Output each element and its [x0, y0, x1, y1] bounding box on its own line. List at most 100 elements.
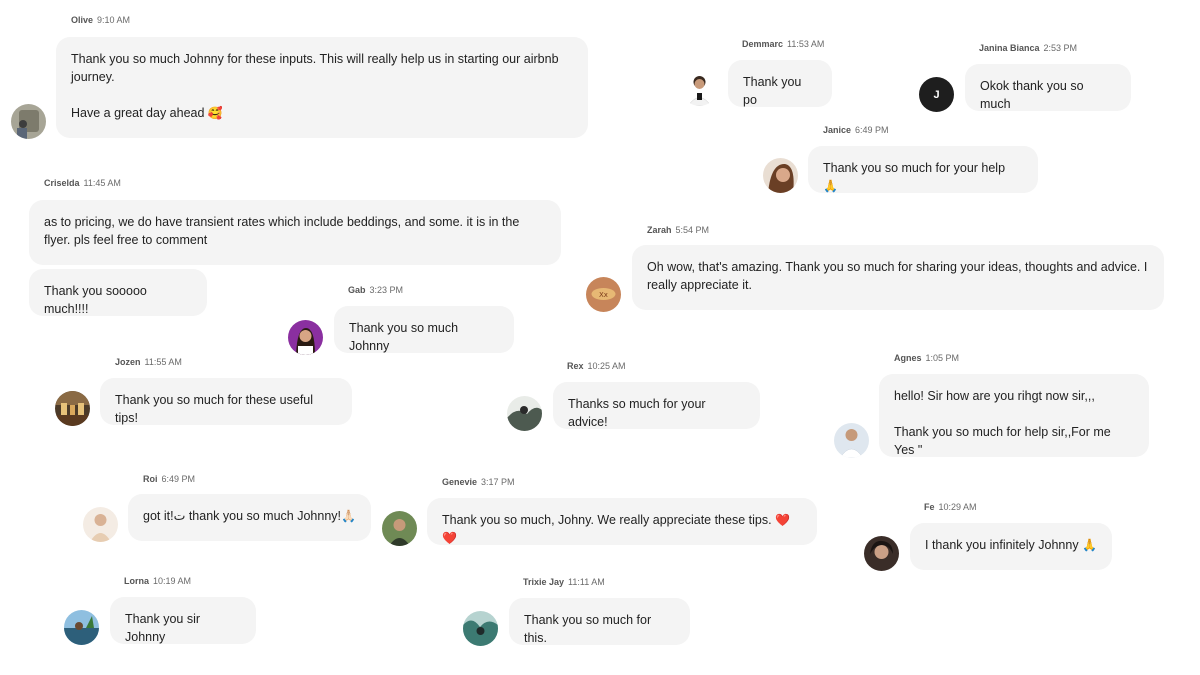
message-bubble: got it!ت thank you so much Johnny!🙏🏻: [128, 494, 371, 541]
timestamp: 6:49 PM: [161, 474, 196, 484]
message-bubble: Okok thank you so much: [965, 64, 1131, 111]
folded-hands-emoji: 🙏🏻: [341, 509, 356, 523]
avatar[interactable]: [11, 104, 46, 139]
sender-name: Agnes: [894, 353, 922, 363]
avatar[interactable]: [507, 396, 542, 431]
message-meta: Fe 10:29 AM: [924, 502, 977, 512]
message-text: as to pricing, we do have transient rate…: [44, 215, 523, 247]
folded-hands-emoji: 🙏: [823, 179, 838, 193]
message-meta: Janice 6:49 PM: [823, 125, 889, 135]
message-text-line: got it!ت thank you so much Johnny!: [143, 509, 342, 523]
svg-text:Xx: Xx: [599, 291, 608, 299]
message-meta: Zarah 5:54 PM: [647, 225, 709, 235]
message-meta: Gab 3:23 PM: [348, 285, 403, 295]
sender-name: Rex: [567, 361, 584, 371]
message-meta: Janina Bianca 2:53 PM: [979, 43, 1077, 53]
avatar[interactable]: [83, 507, 118, 542]
sender-name: Fe: [924, 502, 935, 512]
timestamp: 10:19 AM: [153, 576, 192, 586]
sender-name: Zarah: [647, 225, 672, 235]
message-bubble: Thank you so much for these useful tips!: [100, 378, 352, 425]
message-text: Thank you so much Johnny: [349, 321, 462, 353]
sender-name: Janice: [823, 125, 852, 135]
message-text: Okok thank you so much: [980, 79, 1088, 111]
message-meta: Olive 9:10 AM: [71, 15, 130, 25]
timestamp: 5:54 PM: [675, 225, 710, 235]
timestamp: 11:11 AM: [568, 577, 605, 587]
message-text-line: I thank you infinitely Johnny: [925, 538, 1079, 552]
message-meta: Roi 6:49 PM: [143, 474, 195, 484]
sender-name: Roi: [143, 474, 158, 484]
message-bubble: Thank you so much for your help 🙏: [808, 146, 1038, 193]
message-bubble: as to pricing, we do have transient rate…: [29, 200, 561, 265]
message-bubble: Thank you so much Johnny: [334, 306, 514, 353]
message-text-line: Thank you so much, Johny. We really appr…: [442, 513, 772, 527]
message-bubble: hello! Sir how are you rihgt now sir,,, …: [879, 374, 1149, 457]
message-meta: Lorna 10:19 AM: [124, 576, 191, 586]
message-text: I thank you infinitely Johnny 🙏: [925, 536, 1097, 554]
timestamp: 10:29 AM: [938, 502, 977, 512]
message-meta: Criselda 11:45 AM: [44, 178, 121, 188]
message-meta: Agnes 1:05 PM: [894, 353, 959, 363]
avatar[interactable]: [382, 511, 417, 546]
avatar[interactable]: [763, 158, 798, 193]
timestamp: 6:49 PM: [855, 125, 889, 135]
message-bubble: Oh wow, that's amazing. Thank you so muc…: [632, 245, 1164, 310]
avatar[interactable]: Xx: [586, 277, 621, 312]
sender-name: Trixie Jay: [523, 577, 565, 587]
avatar[interactable]: [864, 536, 899, 571]
message-text: Have a great day ahead 🥰: [71, 104, 573, 122]
sender-name: Criselda: [44, 178, 80, 188]
message-text: Oh wow, that's amazing. Thank you so muc…: [647, 260, 1151, 292]
timestamp: 11:45 AM: [83, 178, 121, 188]
sender-name: Demmarc: [742, 39, 784, 49]
message-text: Thank you so much, Johny. We really appr…: [442, 511, 802, 547]
avatar[interactable]: [834, 423, 869, 458]
sender-name: Jozen: [115, 357, 141, 367]
message-bubble: Thank you so much, Johny. We really appr…: [427, 498, 817, 545]
message-meta: Jozen 11:55 AM: [115, 357, 182, 367]
message-text: Thank you so much for help sir,,For me Y…: [894, 425, 1115, 457]
timestamp: 3:23 PM: [369, 285, 404, 295]
message-text: Thank you so much for your help 🙏: [823, 159, 1023, 195]
message-meta: Genevie 3:17 PM: [442, 477, 515, 487]
avatar[interactable]: [64, 610, 99, 645]
message-text: Thank you so much for this.: [524, 613, 655, 645]
message-text: Thank you po: [743, 75, 805, 107]
message-text: got it!ت thank you so much Johnny!🙏🏻: [143, 507, 356, 525]
message-meta: Rex 10:25 AM: [567, 361, 626, 371]
sender-name: Olive: [71, 15, 94, 25]
message-meta: Demmarc 11:53 AM: [742, 39, 824, 49]
avatar[interactable]: [288, 320, 323, 355]
sender-name: Gab: [348, 285, 366, 295]
message-text-line: Have a great day ahead: [71, 106, 205, 120]
message-bubble: Thank you po: [728, 60, 832, 107]
timestamp: 2:53 PM: [1043, 43, 1078, 53]
message-text-line: Thank you so much for your help: [823, 161, 1006, 175]
avatar[interactable]: J: [919, 77, 954, 112]
message-text: Thanks so much for your advice!: [568, 397, 710, 429]
timestamp: 11:55 AM: [144, 357, 182, 367]
message-meta: Trixie Jay 11:11 AM: [523, 577, 605, 587]
message-text: Thank you sooooo much!!!!: [44, 284, 151, 316]
message-bubble: Thank you so much for this.: [509, 598, 690, 645]
sender-name: Genevie: [442, 477, 478, 487]
folded-hands-emoji: 🙏: [1082, 538, 1098, 552]
avatar-initial: J: [933, 88, 940, 101]
sender-name: Janina Bianca: [979, 43, 1040, 53]
message-text: Thank you so much Johnny for these input…: [71, 52, 563, 84]
smiling-face-hearts-emoji: 🥰: [207, 106, 223, 120]
timestamp: 11:53 AM: [787, 39, 825, 49]
message-bubble: Thank you so much Johnny for these input…: [56, 37, 588, 138]
message-bubble: I thank you infinitely Johnny 🙏: [910, 523, 1112, 570]
avatar[interactable]: [682, 71, 717, 106]
message-text: hello! Sir how are you rihgt now sir,,,: [894, 389, 1095, 403]
message-text: Thank you sir Johnny: [125, 612, 204, 644]
timestamp: 9:10 AM: [97, 15, 131, 25]
avatar[interactable]: [463, 611, 498, 646]
sender-name: Lorna: [124, 576, 150, 586]
timestamp: 1:05 PM: [925, 353, 960, 363]
message-text: Thank you so much for these useful tips!: [115, 393, 317, 425]
message-bubble: Thank you sir Johnny: [110, 597, 256, 644]
avatar[interactable]: [55, 391, 90, 426]
